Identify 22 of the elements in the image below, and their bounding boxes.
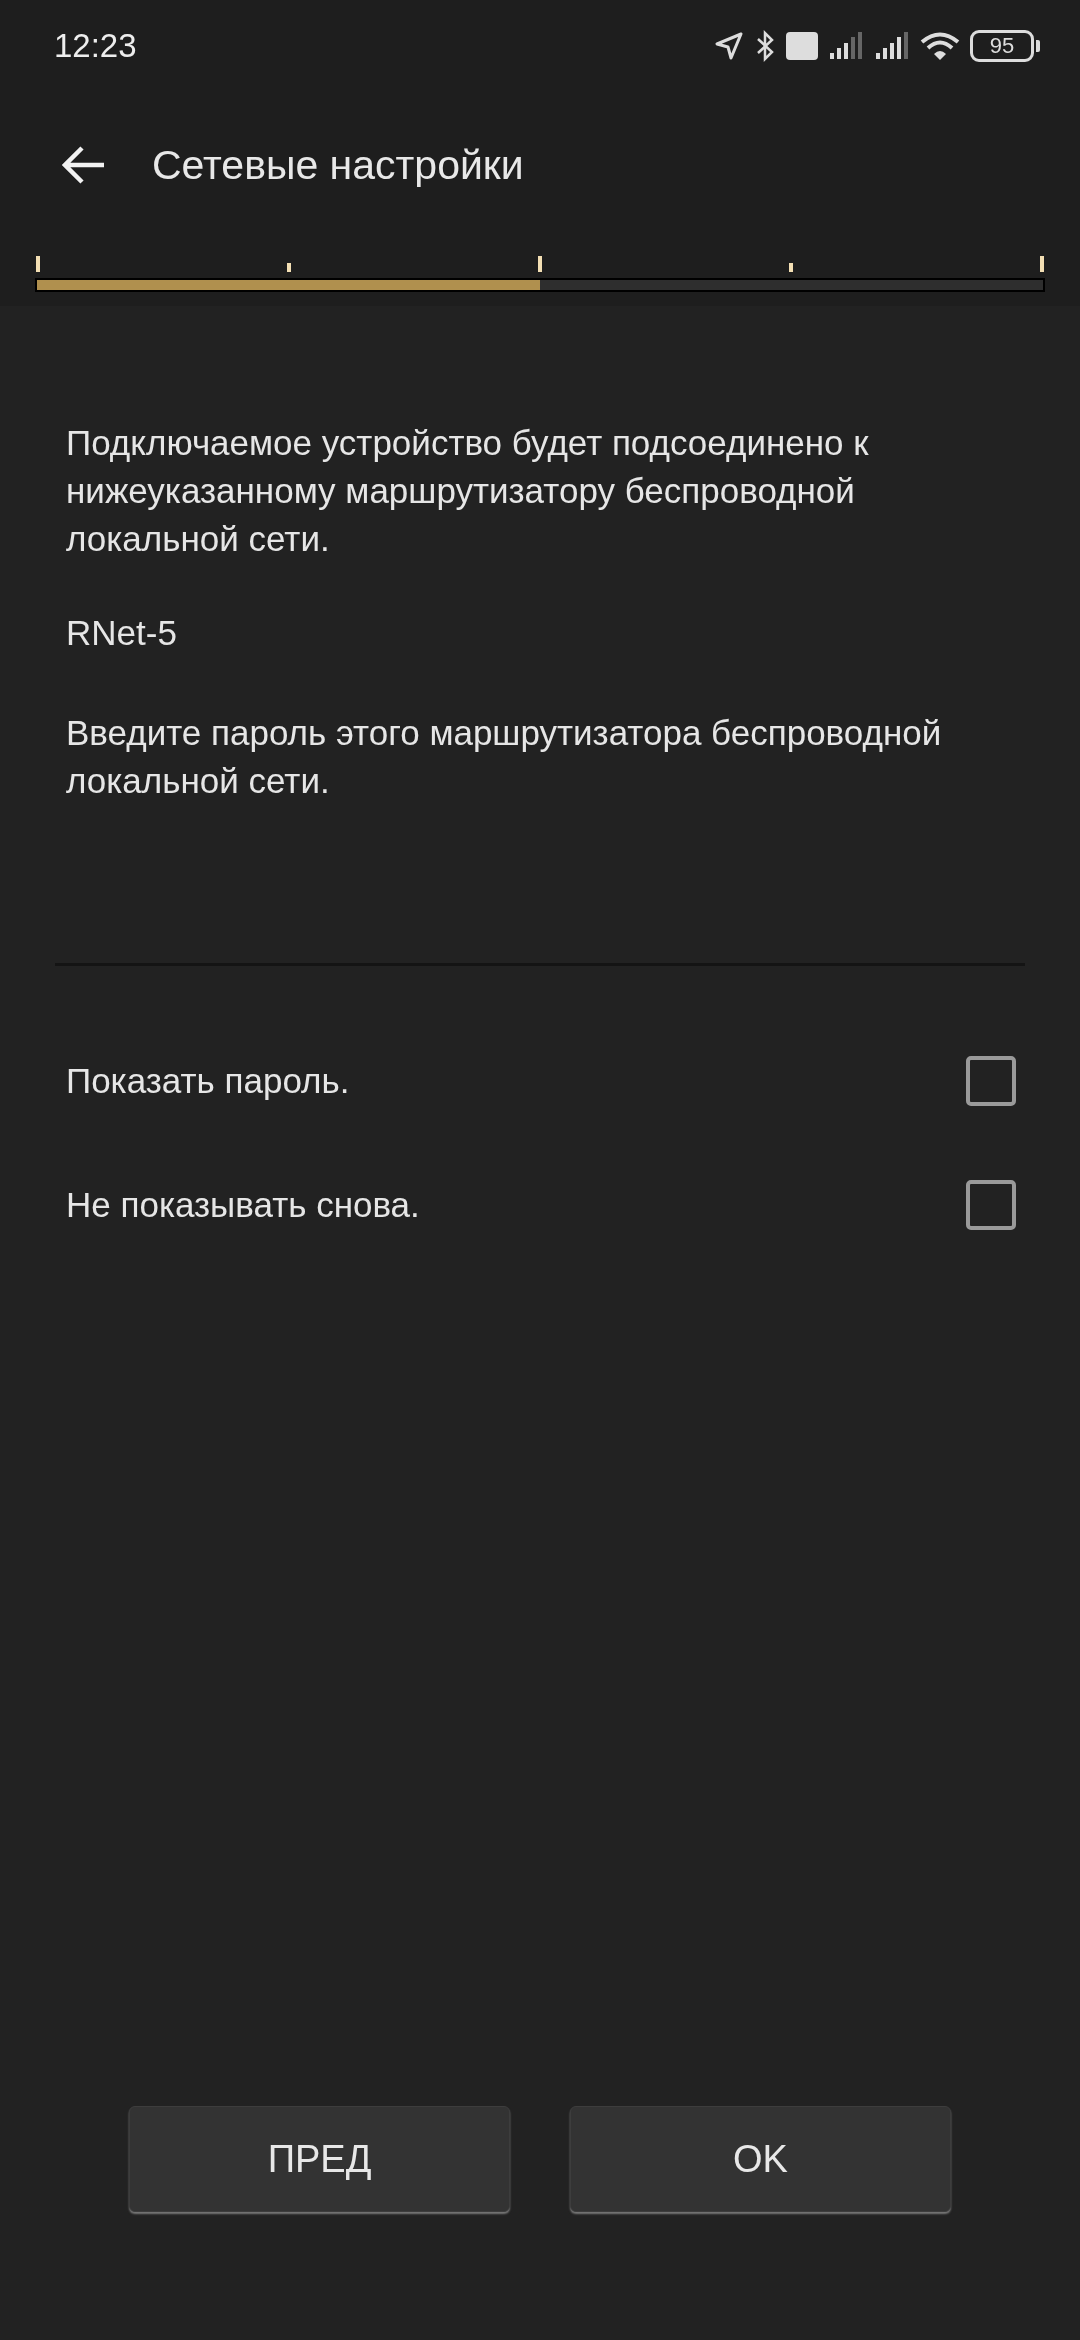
status-time: 12:23 — [54, 27, 137, 65]
step-tick — [287, 263, 291, 272]
screen-title: Сетевые настройки — [152, 141, 524, 189]
option-label: Показать пароль. — [66, 1061, 350, 1101]
back-arrow-icon — [62, 145, 106, 185]
instruction-text: Введите пароль этого маршрутизатора беспроводной локальной сети. — [66, 712, 943, 802]
step-tick — [36, 256, 40, 272]
step-tick — [1040, 256, 1044, 272]
back-button[interactable] — [62, 145, 106, 185]
previous-button[interactable]: ПРЕД — [129, 2106, 510, 2212]
step-tick — [538, 256, 542, 272]
option-label: Не показывать снова. — [66, 1185, 420, 1225]
location-icon — [714, 31, 744, 61]
checkbox[interactable] — [966, 1180, 1016, 1230]
wifi-icon — [920, 31, 960, 61]
signal-icon — [828, 31, 864, 61]
signal-icon — [874, 31, 910, 61]
checkbox[interactable] — [966, 1056, 1016, 1106]
step-tick — [789, 263, 793, 272]
description-text: Подключаемое устройство будет подсоединено к нижеуказанному маршрутизатору беспроводной локальной сети. — [66, 422, 870, 560]
network-name: RNet-5 — [66, 612, 178, 654]
ok-button[interactable]: OK — [570, 2106, 951, 2212]
